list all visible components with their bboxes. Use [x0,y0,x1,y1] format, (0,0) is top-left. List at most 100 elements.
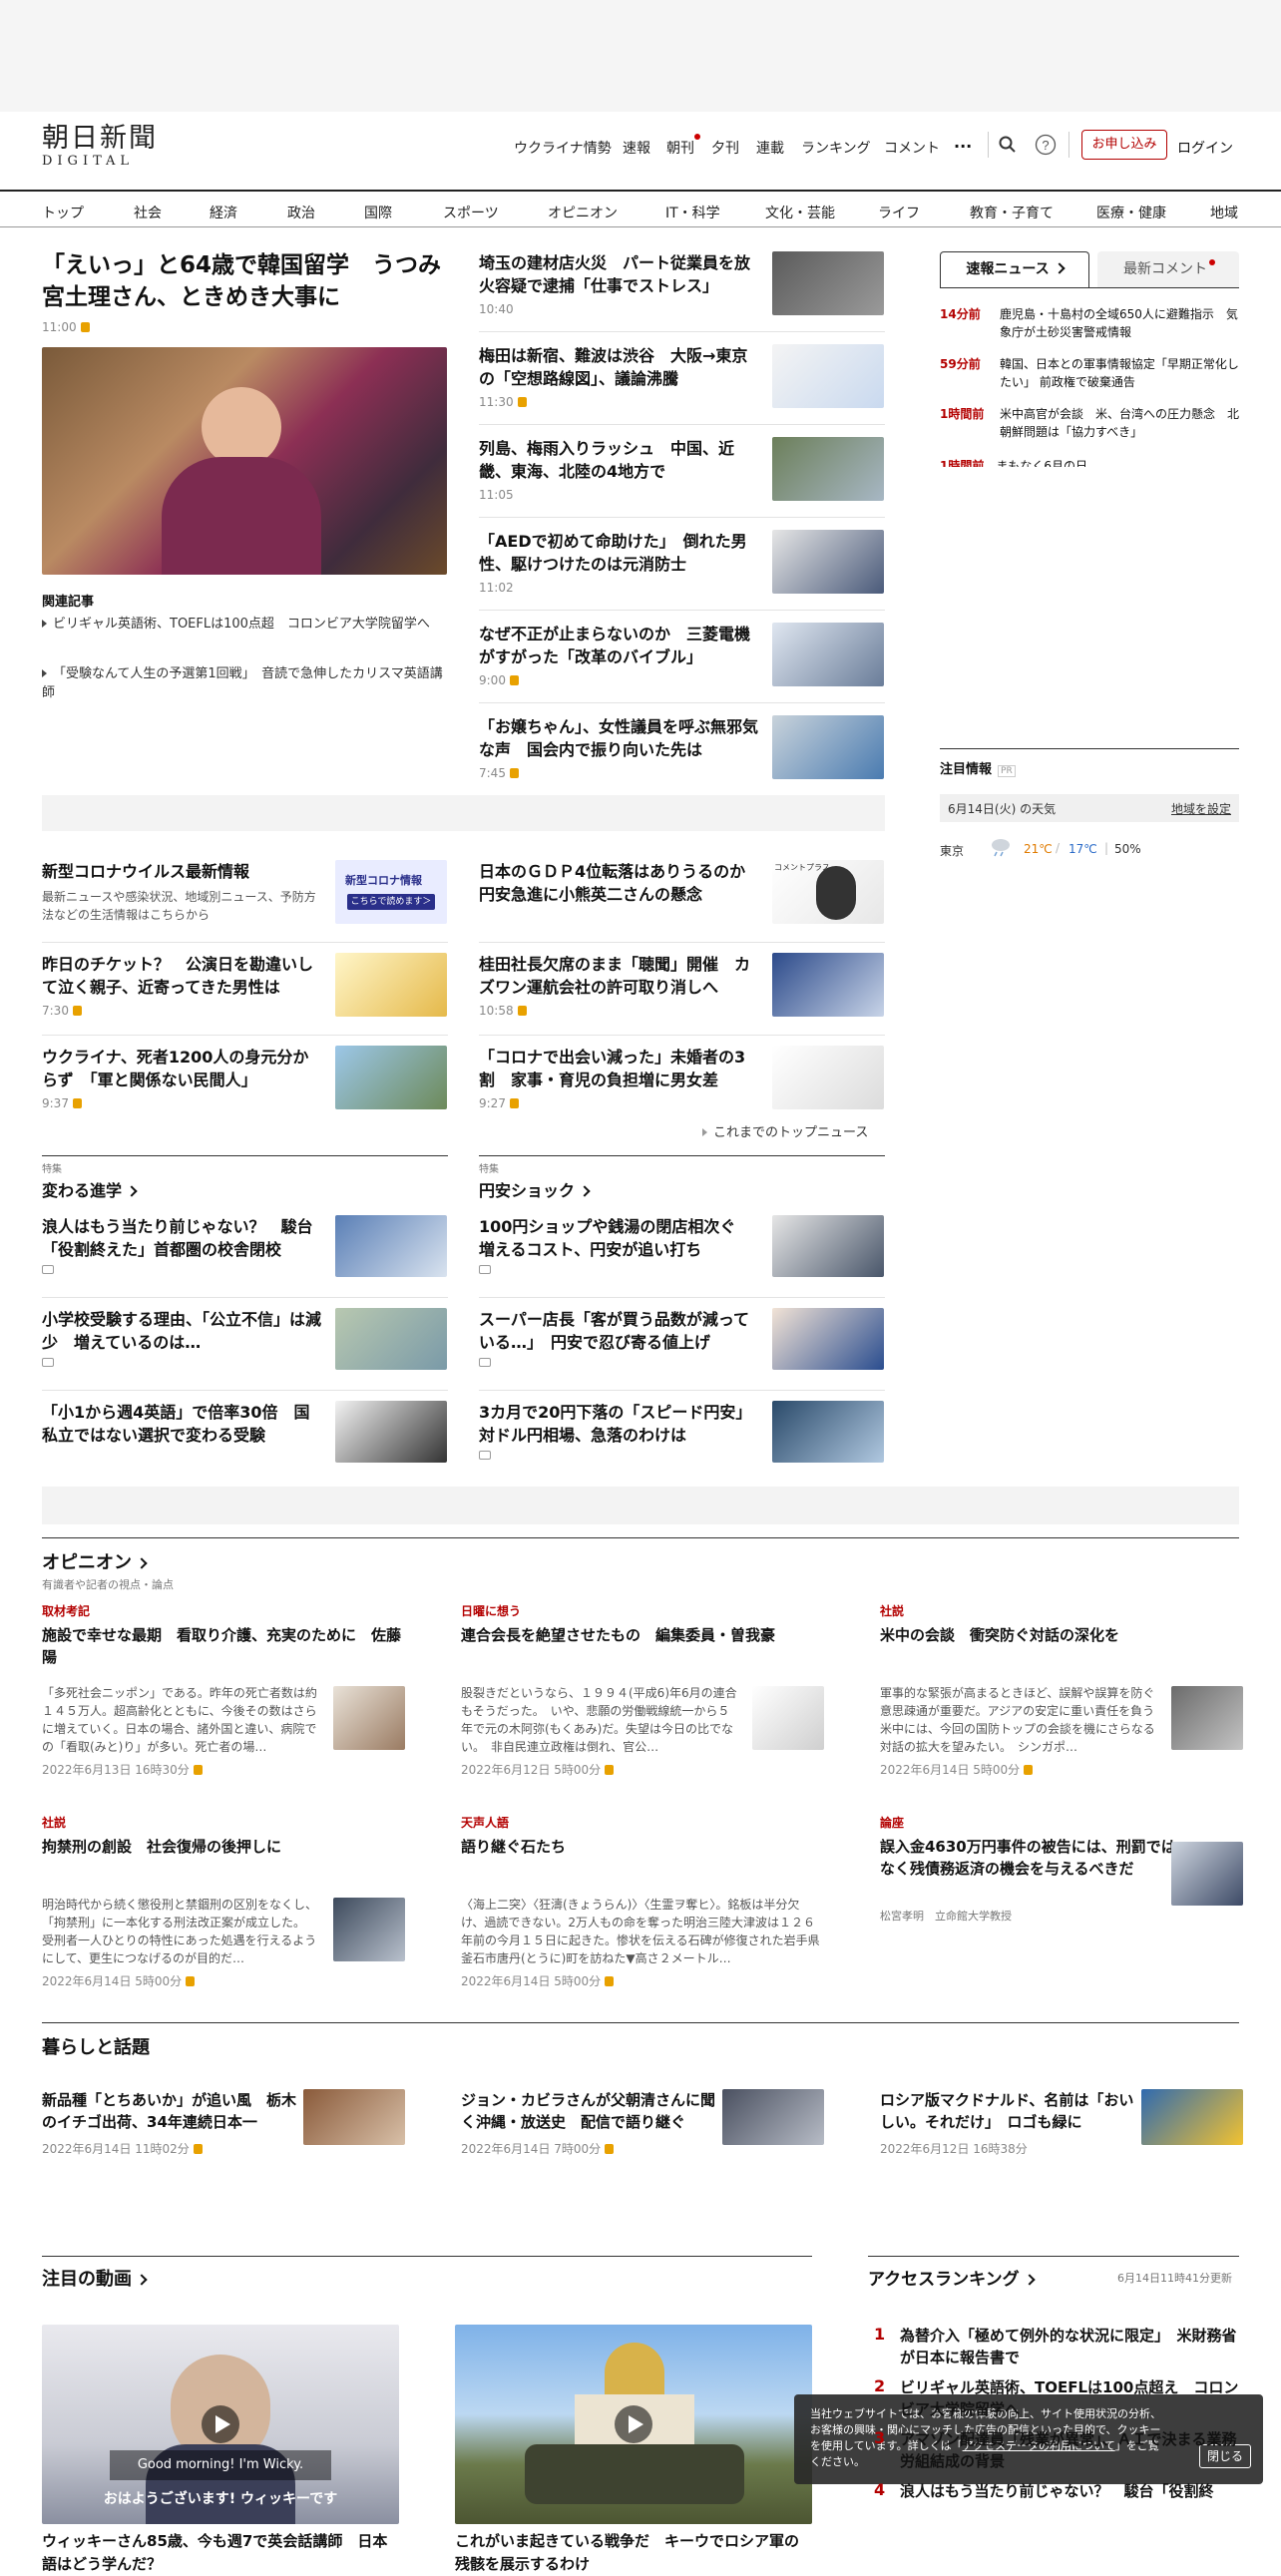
opinion-thumb[interactable] [752,1686,824,1750]
video-title-1[interactable]: ウィッキーさん85歳、今も週7で英会話講師 日本語はどう学んだ？ [42,2530,399,2576]
gnav-education[interactable]: 教育・子育て [970,203,1054,222]
news-item-title[interactable]: 列島、梅雨入りラッシュ 中国、近畿、東海、北陸の4地方で [479,437,760,483]
opinion-thumb[interactable] [333,1686,405,1750]
opinion-category[interactable]: 天声人語 [461,1814,509,1831]
opinion-thumb[interactable] [333,1898,405,1961]
gnav-health[interactable]: 医療・健康 [1096,203,1166,222]
news-thumb[interactable] [772,251,884,315]
breaking-title[interactable]: 米中高官が会談 米、台湾への圧力懸念 北朝鮮問題は「協力すべき」 [1000,405,1239,441]
gnav-culture[interactable]: 文化・芸能 [765,203,835,222]
gnav-life[interactable]: ライフ [878,203,920,222]
news-item-title[interactable]: 「お嬢ちゃん」、女性議員を呼ぶ無邪気な声 国会内で振り向いた先は [479,715,760,761]
opinion-category[interactable]: 社説 [880,1602,904,1619]
gnav-top[interactable]: トップ [42,203,84,222]
kurashi-thumb[interactable] [722,2089,824,2145]
gnav-international[interactable]: 国際 [364,203,392,222]
site-logo[interactable]: 朝日新聞 DIGITAL [42,124,172,170]
video-title-2[interactable]: これがいま起きている戦争だ キーウでロシア軍の残骸を展示するわけ [455,2530,812,2576]
opinion-category[interactable]: 論座 [880,1814,904,1831]
grid-thumb[interactable] [335,953,447,1017]
related-link-2[interactable]: 「受験なんて人生の予選第1回戦」 音読で急伸したカリスマ英語講師 [42,664,446,702]
video-thumb-2[interactable] [455,2325,812,2524]
breaking-title[interactable]: 韓国、日本との軍事情報協定「早期正常化したい」 前政権で破棄通告 [1000,355,1239,391]
hero-image[interactable] [42,347,447,575]
feature-item-title[interactable]: 浪人はもう当たり前じゃない？ 駿台「役割終えた」首都圏の校舎閉校 [42,1215,323,1261]
news-thumb[interactable] [772,530,884,594]
opinion-thumb[interactable] [1171,1842,1243,1906]
grid-item-title[interactable]: 「コロナで出会い減った」未婚者の3割 家事・育児の負担増に男女差 [479,1046,760,1091]
opinion-title[interactable]: 誤入金4630万円事件の被告には、刑罰ではなく残債務返済の機会を与えるべきだ [880,1836,1179,1880]
set-region-link[interactable]: 地域を設定 [1171,800,1231,817]
gnav-it-science[interactable]: IT・科学 [665,203,720,222]
feature-thumb[interactable] [335,1215,447,1277]
feature-thumb[interactable] [772,1401,884,1463]
news-item-title[interactable]: 梅田は新宿、難波は渋谷 大阪→東京の「空想路線図」、議論沸騰 [479,344,760,390]
news-thumb[interactable] [772,715,884,779]
nav-breaking[interactable]: 速報 [623,138,650,158]
nav-ranking[interactable]: ランキング [801,138,871,158]
opinion-title[interactable]: オピニオン [42,1548,148,1574]
login-link[interactable]: ログイン [1177,138,1233,158]
nav-series[interactable]: 連載 [756,138,784,158]
news-thumb[interactable] [772,623,884,686]
opinion-title[interactable]: 施設で幸せな最期 看取り介護、充実のために 佐藤陽 [42,1624,401,1668]
ranking-title[interactable]: アマゾン配達員「残業が異常」、ＡＩで決まる業務 労組結成の背景 [900,2428,1252,2472]
grid-item-title[interactable]: ウクライナ、死者1200人の身元分からず 「軍と関係ない民間人」 [42,1046,323,1091]
videos-title[interactable]: 注目の動画 [42,2265,148,2291]
grid-item-title[interactable]: 日本のＧＤＰ4位転落はありうるのか 円安急進に小熊英二さんの懸念 [479,860,761,906]
feature-title[interactable]: 円安ショック [479,1177,591,1201]
opinion-category[interactable]: 取材考記 [42,1602,90,1619]
kurashi-title[interactable]: ジョン・カビラさんが父朝清さんに聞く沖縄・放送史 配信で語り継ぐ [461,2089,720,2133]
feature-item-title[interactable]: 「小1から週4英語」で倍率30倍 国私立ではない選択で変わる受験 [42,1401,323,1447]
opinion-thumb[interactable] [1171,1686,1243,1750]
opinion-title[interactable]: 語り継ぐ石たち [461,1836,820,1858]
kurashi-thumb[interactable] [1141,2089,1243,2145]
nav-morning[interactable]: 朝刊 [666,134,700,158]
feature-item-title[interactable]: 小学校受験する理由、「公立不信」は減少 増えているのは… [42,1308,323,1354]
feature-item-title[interactable]: 3カ月で20円下落の「スピード円安」 対ドル円相場、急落のわけは [479,1401,760,1447]
tab-latest-comment[interactable]: 最新コメント [1097,251,1239,287]
related-link-1[interactable]: ビリギャル英語術、TOEFLは100点超 コロンビア大学院留学へ [42,615,446,634]
play-icon[interactable] [201,2404,240,2444]
opinion-title[interactable]: 米中の会談 衝突防ぐ対話の深化を [880,1624,1239,1646]
feature-thumb[interactable] [335,1308,447,1370]
kurashi-title[interactable]: ロシア版マクドナルド、名前は「おいしい。それだけ」 ロゴも緑に [880,2089,1139,2133]
ranking-title[interactable]: ビリギャル英語術、TOEFLは100点超え コロンビア大学院留学へ [900,2376,1239,2420]
news-item-title[interactable]: 埼玉の建材店火災 パート従業員を放火容疑で逮捕「仕事でストレス」 [479,251,760,297]
nav-comment[interactable]: コメント [884,138,940,158]
play-icon[interactable] [614,2404,653,2444]
kurashi-title[interactable]: 新品種「とちあいか」が追い風 栃木のイチゴ出荷、34年連続日本一 [42,2089,301,2133]
feature-title[interactable]: 変わる進学 [42,1177,138,1201]
opinion-title[interactable]: 拘禁刑の創設 社会復帰の後押しに [42,1836,401,1858]
feature-thumb[interactable] [772,1215,884,1277]
grid-item-title[interactable]: 桂田社長欠席のまま「聴聞」開催 カズワン運航会社の許可取り消しへ [479,953,760,999]
news-item-title[interactable]: なぜ不正が止まらないのか 三菱電機がすがった「改革のバイブル」 [479,623,760,668]
hero-title[interactable]: 「えいっ」と64歳で韓国留学 うつみ宮土理さん、ときめき大事に [42,249,449,313]
opinion-category[interactable]: 社説 [42,1814,66,1831]
news-item-title[interactable]: 「AEDで初めて命助けた」 倒れた男性、駆けつけたのは元消防士 [479,530,760,576]
feature-thumb[interactable] [772,1308,884,1370]
ranking-title[interactable]: アクセスランキング [868,2265,1036,2290]
ranking-title[interactable]: 為替介入「極めて例外的な状況に限定」 米財務省が日本に報告書で [900,2325,1239,2368]
feature-thumb[interactable] [335,1401,447,1463]
grid-thumb[interactable]: 新型コロナ情報 こちらで読めます＞ [335,860,447,924]
more-top-news-link[interactable]: これまでのトップニュース [702,1121,868,1140]
grid-thumb[interactable] [772,953,884,1017]
gnav-opinion[interactable]: オピニオン [548,203,618,222]
news-thumb[interactable] [772,344,884,408]
ranking-title[interactable]: 浪人はもう当たり前じゃない？ 駿台「役割終 [900,2480,1239,2502]
video-thumb-1[interactable]: Good morning! I'm Wicky. おはようございます! ウィッキ… [42,2325,399,2524]
breaking-title[interactable]: 鹿児島・十島村の全域650人に避難指示 気象庁が土砂災害警戒情報 [1000,305,1239,341]
opinion-title[interactable]: 連合会長を絶望させたもの 編集委員・曽我豪 [461,1624,820,1646]
breaking-item-faded[interactable]: 1時間前 まもなく6月の日… [940,455,1239,467]
gnav-region[interactable]: 地域 [1210,203,1238,222]
gnav-economy[interactable]: 経済 [210,203,237,222]
gnav-politics[interactable]: 政治 [287,203,315,222]
subscribe-button[interactable]: お申し込み [1081,130,1167,160]
gnav-society[interactable]: 社会 [134,203,162,222]
nav-ukraine[interactable]: ウクライナ情勢 [514,138,612,158]
grid-item-title[interactable]: 昨日のチケット？ 公演日を勘違いして泣く親子、近寄ってきた男性は [42,953,323,999]
grid-item-title[interactable]: 新型コロナウイルス最新情報 [42,860,323,883]
feature-item-title[interactable]: スーパー店長「客が買う品数が減っている…」 円安で忍び寄る値上げ [479,1308,760,1354]
gnav-sports[interactable]: スポーツ [443,203,499,222]
